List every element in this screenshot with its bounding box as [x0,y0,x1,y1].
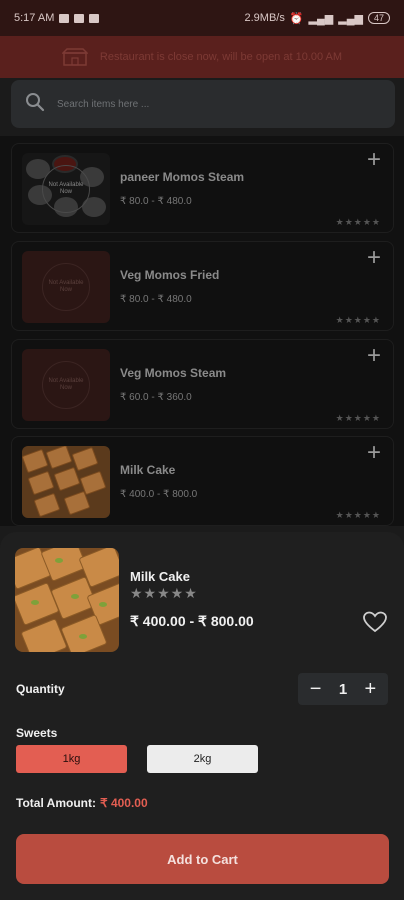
not-available-badge: Not Available Now [42,361,90,409]
milk-cake-thumbnail [22,446,110,518]
add-item-button[interactable]: + [367,148,381,172]
message-icon [74,13,85,23]
item-name: Milk Cake [120,463,176,477]
option-1kg-button[interactable]: 1kg [16,745,127,773]
total-value: ₹ 400.00 [99,796,148,810]
restaurant-closed-banner: Restaurant is close now, will be open at… [0,36,404,78]
network-speed: 2.9MB/s [244,12,285,24]
status-time: 5:17 AM [14,12,55,24]
app-notification-icon [89,13,100,23]
item-name: Veg Momos Fried [120,268,220,282]
item-price: ₹ 60.0 - ₹ 360.0 [120,392,192,403]
rating-stars: ★★★★★ [335,510,381,520]
rating-stars: ★★★★★ [130,585,198,601]
detail-item-price: ₹ 400.00 - ₹ 800.00 [130,613,254,629]
add-item-button[interactable]: + [367,441,381,465]
not-available-badge: Not Available Now [42,263,90,311]
total-label: Total Amount: [16,796,96,810]
decrement-button[interactable]: − [304,679,328,699]
list-item[interactable]: Not Available Now Veg Momos Fried ₹ 80.0… [11,241,394,331]
quantity-stepper: − 1 + [298,673,388,705]
quantity-value: 1 [338,680,348,698]
alarm-icon: ⏰ [289,12,304,25]
item-thumbnail: Not Available Now [22,349,110,421]
status-bar: 5:17 AM 2.9MB/s ⏰ ▂▄▆ ▂▄▆ 47 [0,0,404,36]
total-amount: Total Amount: ₹ 400.00 [16,796,148,810]
detail-item-name: Milk Cake [130,569,190,584]
quantity-label: Quantity [16,682,65,696]
option-2kg-button[interactable]: 2kg [147,745,258,773]
variant-group-label: Sweets [16,726,58,740]
item-price: ₹ 400.0 - ₹ 800.0 [120,489,198,500]
message-icon [59,13,70,23]
milk-cake-image [15,548,119,652]
search-input[interactable]: Search items here ... [11,80,395,128]
momos-thumbnail: Not Available Now [22,153,110,225]
increment-button[interactable]: + [358,679,382,699]
item-price: ₹ 80.0 - ₹ 480.0 [120,196,192,207]
favorite-heart-icon[interactable] [363,611,387,638]
signal-icon: ▂▄▆ [338,12,363,25]
not-available-badge: Not Available Now [42,165,90,213]
list-item[interactable]: Not Available Now Veg Momos Steam ₹ 60.0… [11,339,394,429]
item-price: ₹ 80.0 - ₹ 480.0 [120,294,192,305]
item-thumbnail: Not Available Now [22,251,110,323]
storefront-icon [61,48,88,66]
signal-icon: ▂▄▆ [308,12,334,25]
banner-text: Restaurant is close now, will be open at… [99,51,343,63]
add-item-button[interactable]: + [367,246,381,270]
list-item[interactable]: Milk Cake ₹ 400.0 - ₹ 800.0 + ★★★★★ [11,436,394,526]
item-name: paneer Momos Steam [120,170,245,184]
rating-stars: ★★★★★ [335,315,381,325]
search-icon [25,92,45,117]
item-name: Veg Momos Steam [120,366,227,380]
search-placeholder: Search items here ... [57,98,150,110]
menu-item-list[interactable]: Not Available Now paneer Momos Steam ₹ 8… [0,136,404,526]
add-to-cart-button[interactable]: Add to Cart [16,834,389,884]
battery-indicator: 47 [367,12,390,24]
item-detail-sheet: Milk Cake ★★★★★ ₹ 400.00 - ₹ 800.00 Quan… [0,532,404,900]
list-item[interactable]: Not Available Now paneer Momos Steam ₹ 8… [11,143,394,233]
rating-stars: ★★★★★ [335,413,381,423]
add-item-button[interactable]: + [367,344,381,368]
rating-stars: ★★★★★ [335,217,381,227]
